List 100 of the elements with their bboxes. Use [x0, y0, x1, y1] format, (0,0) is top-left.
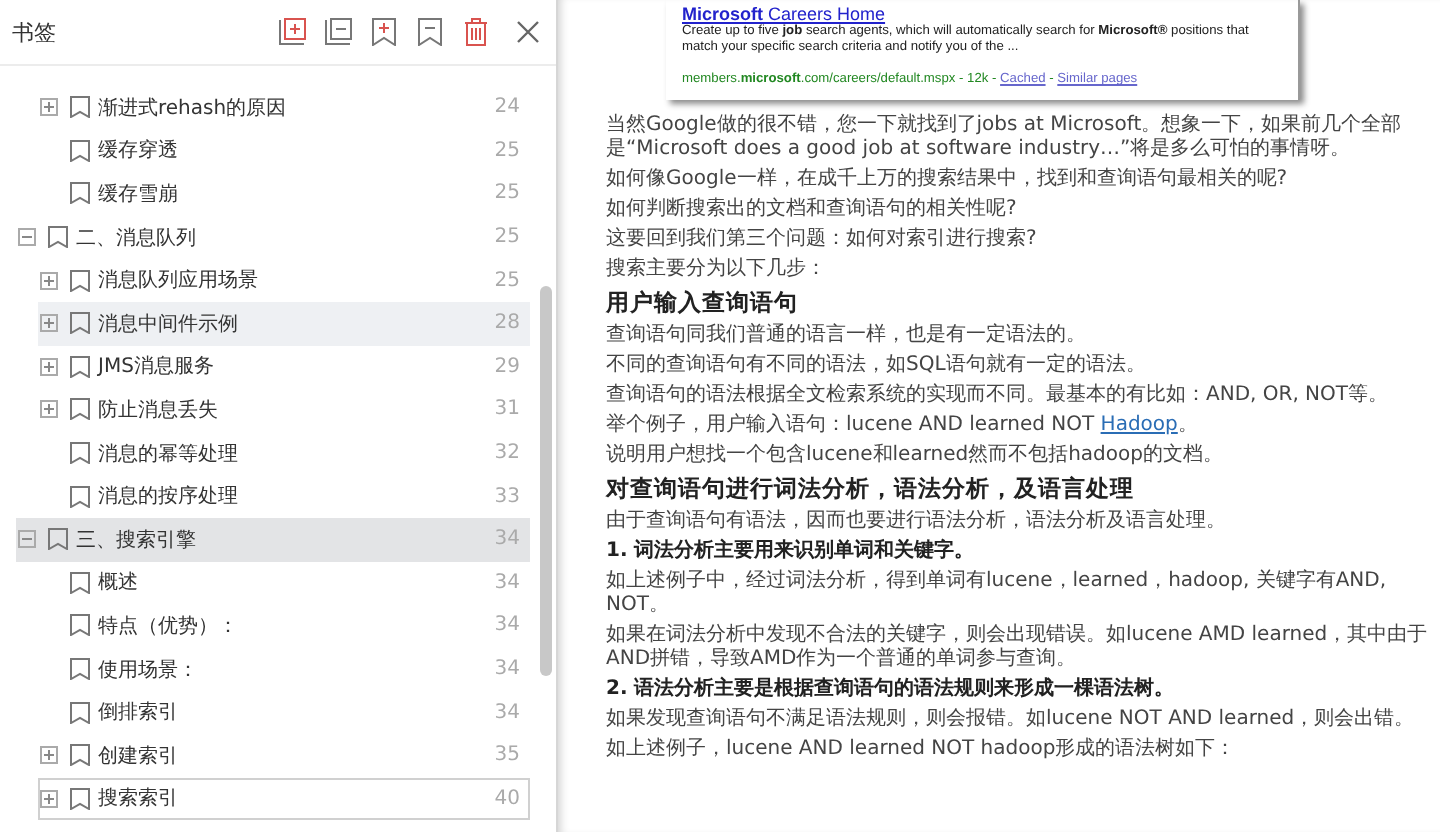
expand-all-icon: [278, 18, 306, 46]
bookmark-item[interactable]: JMS消息服务 29: [38, 345, 530, 389]
bookmark-item[interactable]: 渐进式rehash的原因 24: [38, 86, 530, 130]
collapse-icon[interactable]: [18, 530, 36, 549]
page-number: 34: [494, 658, 520, 681]
bookmark-icon: [70, 787, 90, 810]
bookmark-item[interactable]: 缓存雪崩 25: [38, 172, 530, 216]
expand-icon[interactable]: [40, 98, 58, 117]
bookmark-icon: [70, 571, 90, 594]
bookmark-label: 使用场景：: [98, 657, 200, 684]
page-number: 35: [494, 744, 520, 767]
bookmark-icon: [70, 398, 90, 421]
bookmark-item[interactable]: 使用场景： 34: [38, 647, 530, 691]
bookmark-label: 概述: [98, 569, 140, 597]
bookmark-item[interactable]: 防止消息丢失 31: [38, 388, 530, 432]
add-button[interactable]: [368, 16, 400, 48]
add-bookmark-icon: [372, 18, 396, 46]
subsection-heading: 1. 词法分析主要用来识别单词和关键字。: [606, 540, 977, 565]
bookmark-item[interactable]: 特点（优势）： 34: [38, 604, 530, 648]
bookmark-item[interactable]: 创建索引 35: [38, 733, 530, 777]
expand-icon[interactable]: [40, 314, 58, 333]
bookmark-item[interactable]: 缓存穿透 25: [38, 129, 530, 173]
paragraph: 如果在词法分析中发现不合法的关键字，则会出现错误。如lucene AMD learned，其中由于AND拼错，导致AMD作为一个普通的单词参与查询。: [606, 624, 1428, 673]
section-heading: 对查询语句进行词法分析，语法分析，及语言处理: [606, 476, 1136, 505]
collapse-icon[interactable]: [18, 228, 36, 247]
bookmark-label: 三、搜索引擎: [76, 527, 198, 554]
bookmark-item[interactable]: 三、搜索引擎 34: [16, 517, 530, 562]
section-heading: 用户输入查询语句: [606, 290, 800, 319]
expand-icon[interactable]: [40, 357, 58, 376]
expand-icon[interactable]: [40, 789, 58, 808]
remove-bookmark-icon: [418, 18, 442, 46]
paragraph: 搜索主要分为以下几步：: [606, 258, 828, 283]
expand-icon[interactable]: [40, 400, 58, 419]
remove-button[interactable]: [414, 16, 446, 48]
bookmark-label: 防止消息丢失: [98, 397, 220, 424]
panel-title: 书签: [12, 17, 58, 47]
page-number: 34: [494, 614, 520, 637]
scrollbar-thumb[interactable]: [540, 286, 552, 676]
paragraph: 如上述例子，lucene AND learned NOT hadoop形成的语法树如下：: [606, 738, 1238, 763]
expand-icon[interactable]: [40, 271, 58, 290]
bookmark-label: 缓存穿透: [98, 137, 180, 165]
bookmark-item[interactable]: 倒排索引 34: [38, 690, 530, 734]
bookmark-icon: [70, 442, 90, 465]
bookmark-icon: [70, 614, 90, 637]
link[interactable]: Hadoop: [1100, 414, 1178, 437]
bookmark-item[interactable]: 搜索索引 40: [38, 777, 530, 821]
delete-button[interactable]: [460, 16, 492, 48]
paragraph: 这要回到我们第三个问题：如何对索引进行搜索?: [606, 228, 1039, 253]
bookmark-label: 二、消息队列: [76, 225, 198, 252]
bookmark-icon: [70, 744, 90, 767]
bookmark-item[interactable]: 概述 34: [38, 561, 530, 605]
expand-icon[interactable]: [40, 746, 58, 765]
bookmark-icon: [70, 485, 90, 508]
page-number: 34: [494, 571, 520, 594]
page-number: 25: [494, 139, 520, 162]
bookmark-label: 消息中间件示例: [98, 311, 240, 338]
collapse-all-button[interactable]: [322, 16, 354, 48]
bookmark-label: 消息队列应用场景: [98, 267, 260, 295]
subsection-heading: 2. 语法分析主要是根据查询语句的语法规则来形成一棵语法树。: [606, 678, 1177, 703]
paragraph: 查询语句的语法根据全文检索系统的实现而不同。最基本的有比如：AND, OR, NOT等。: [606, 384, 1391, 409]
result-title-link[interactable]: Microsoft Careers Home: [682, 4, 1282, 24]
paragraph: 举个例子，用户输入语句：lucene AND learned NOT Hadoop。: [606, 414, 1200, 439]
paragraph: 如何判断搜索出的文档和查询语句的相关性呢?: [606, 198, 1019, 223]
bookmark-icon: [70, 139, 90, 162]
bookmark-label: 渐进式rehash的原因: [98, 95, 289, 122]
paragraph: 说明用户想找一个包含lucene和learned然而不包括hadoop的文档。: [606, 444, 1225, 469]
expand-all-button[interactable]: [276, 16, 308, 48]
paragraph: 由于查询语句有语法，因而也要进行语法分析，语法分析及语言处理。: [606, 510, 1228, 535]
paragraph: 不同的查询语句有不同的语法，如SQL语句就有一定的语法。: [606, 354, 1148, 379]
page-number: 25: [494, 182, 520, 205]
bookmark-icon: [70, 182, 90, 205]
bookmark-label: JMS消息服务: [98, 353, 216, 381]
collapse-all-icon: [324, 18, 352, 46]
bookmark-icon: [70, 96, 90, 119]
page-number: 34: [494, 701, 520, 724]
bookmark-icon: [70, 355, 90, 378]
bookmark-icon: [48, 528, 68, 551]
bookmark-label: 消息的幂等处理: [98, 441, 240, 468]
paragraph: 如何像Google一样，在成千上万的搜索结果中，找到和查询语句最相关的呢?: [606, 168, 1290, 193]
bookmark-icon: [48, 226, 68, 249]
paragraph: 如上述例子中，经过词法分析，得到单词有lucene，learned，hadoop, 关键字有AND, NOT。: [606, 570, 1389, 619]
page-number: 40: [494, 787, 520, 810]
bookmark-item[interactable]: 消息的幂等处理 32: [38, 431, 530, 475]
close-icon: [516, 20, 540, 44]
paragraph: 当然Google做的很不错，您一下就找到了jobs at Microsoft。想象一下，如果前几个全部是“Microsoft does a good job at software industry…”将是多么可怕的事情呀。: [606, 114, 1404, 163]
bookmark-label: 倒排索引: [98, 699, 180, 727]
page-number: 32: [494, 442, 520, 465]
close-button[interactable]: [512, 16, 544, 48]
bookmark-item[interactable]: 二、消息队列 25: [16, 215, 530, 259]
page-number: 29: [494, 355, 520, 378]
bookmark-label: 创建索引: [98, 743, 180, 770]
bookmark-item[interactable]: 消息的按序处理 33: [38, 474, 530, 518]
page-number: 25: [494, 269, 520, 292]
bookmark-label: 特点（优势）：: [98, 613, 240, 640]
page-number: 28: [494, 312, 520, 335]
bookmark-label: 搜索索引: [98, 785, 180, 813]
page-number: 34: [494, 528, 520, 551]
paragraph: 如果发现查询语句不满足语法规则，则会报错。如lucene NOT AND learned，则会出错。: [606, 708, 1417, 733]
bookmark-item[interactable]: 消息中间件示例 28: [38, 301, 530, 346]
bookmark-item[interactable]: 消息队列应用场景 25: [38, 258, 530, 302]
